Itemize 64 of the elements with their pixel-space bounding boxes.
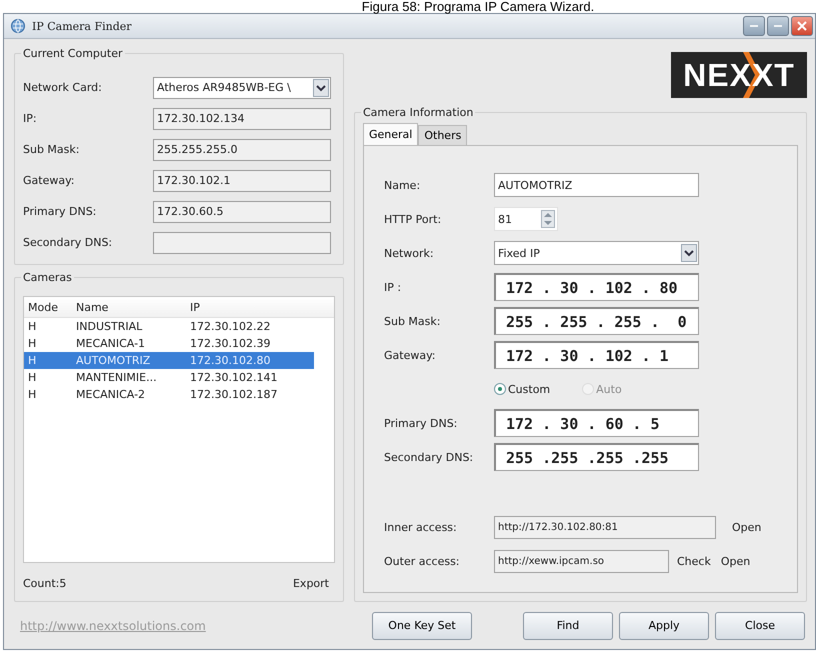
ip-address-field[interactable]: 255 . 255 . 255 . 0 [494,307,699,336]
selected-row[interactable]: H AUTOMOTRIZ 172.30.102.80 [24,352,314,370]
minimize-icon [774,25,782,28]
field-label: Secondary DNS: [384,450,474,464]
network-card-dropdown[interactable]: Atheros AR9485WB-EG \ [153,76,331,99]
group-title: Camera Information [361,106,476,120]
window-title: IP Camera Finder [32,20,133,33]
text-field[interactable]: 172.30.60.5 [153,200,331,223]
url-field[interactable]: http://172.30.102.80:81 [494,516,716,539]
url-field[interactable]: http://xeww.ipcam.so [494,550,669,573]
list-row[interactable]: H MECANICA-2 172.30.102.187 [24,386,314,404]
field-label: Network: [384,246,435,260]
ip-address-field[interactable]: 172 . 30 . 102 . 80 [494,273,699,302]
text-field[interactable]: 172.30.102.134 [153,108,331,130]
list-row[interactable]: H MANTENIMIE... 172.30.102.141 [24,369,314,386]
count-label: Count:5 [23,577,66,590]
push-button[interactable]: Apply [619,612,709,640]
field-label: Primary DNS: [23,205,98,218]
radio-button[interactable]: Custom [494,382,550,396]
list-row[interactable]: H INDUSTRIAL 172.30.102.22 [24,318,314,336]
minimize-icon [750,25,758,28]
text-field[interactable]: AUTOMOTRIZ [494,173,699,198]
text-field[interactable]: 255.255.255.0 [153,138,331,161]
field-label: Name: [384,178,422,192]
column-header[interactable]: Name [72,300,186,314]
globe-icon [10,18,26,34]
close-button[interactable] [791,16,813,36]
field-label: Sub Mask: [23,143,80,156]
port-spinner[interactable]: 81 [494,207,558,232]
field-label: HTTP Port: [384,212,442,226]
field-label: Network Card: [23,81,103,94]
push-button[interactable]: Close [715,612,805,640]
tab[interactable]: General [363,123,418,146]
ip-address-field[interactable]: 255 .255 .255 .255 [494,443,699,472]
action-link[interactable]: Open [732,520,762,534]
field-label: Gateway: [384,348,436,362]
field-label: Primary DNS: [384,416,458,430]
minimize-button[interactable] [743,16,765,36]
column-header[interactable]: IP [186,300,310,314]
field-label: Gateway: [23,174,76,188]
close-icon [797,21,807,32]
tab[interactable]: Others [418,125,468,146]
field-label: Outer access: [384,554,461,568]
push-button[interactable]: One Key Set [372,612,472,640]
text-field[interactable]: 172.30.102.1 [153,170,331,192]
push-button[interactable]: Find [523,612,613,640]
field-label: Secondary DNS: [23,236,114,250]
ip-address-field[interactable]: 172 . 30 . 60 . 5 [494,409,699,438]
action-link[interactable]: Check [677,554,711,568]
ip-address-field[interactable]: 172 . 30 . 102 . 1 [494,341,699,370]
field-label: IP: [23,112,38,126]
column-header[interactable]: Mode [24,300,72,314]
field-label: Inner access: [384,520,458,534]
field-label: Sub Mask: [384,314,442,328]
field-label: IP : [384,280,402,294]
export-link[interactable]: Export [292,577,329,590]
minimize-button[interactable] [767,16,789,36]
list-row[interactable]: H MECANICA-1 172.30.102.39 [24,335,314,352]
figure-caption: Figura 58: Programa IP Camera Wizard. [360,0,596,13]
group-title: Current Computer [21,47,124,60]
text-field[interactable] [153,232,331,254]
action-link[interactable]: Open [720,554,750,568]
network-dropdown[interactable]: Fixed IP [494,241,699,266]
group-title: Cameras [21,271,74,284]
